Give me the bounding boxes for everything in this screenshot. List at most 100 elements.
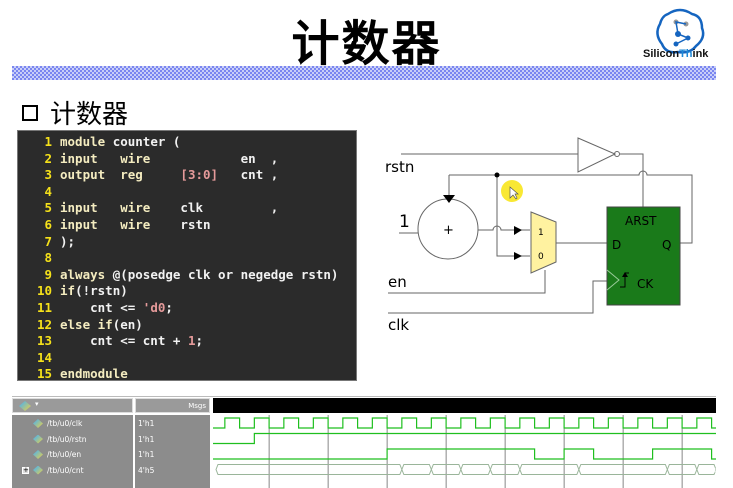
- code-token: cnt ,: [218, 167, 279, 183]
- code-line: 10 if(!rstn): [36, 283, 356, 300]
- code-line: 14: [36, 350, 356, 367]
- waveform-canvas[interactable]: 4'h0 4'h1 4'h2 4'h3 4'h4 4'h5 4'h6 4'h7 4'h8: [213, 415, 716, 488]
- signal-icon: [33, 434, 43, 444]
- code-line: 13 cnt <= cnt + 1;: [36, 333, 356, 350]
- code-token: if: [60, 283, 76, 299]
- line-number: 14: [36, 349, 52, 365]
- expand-icon[interactable]: +: [22, 466, 29, 474]
- bus-segment: [215, 464, 403, 475]
- arst-wire: [620, 153, 644, 207]
- signal-icon: [33, 465, 43, 475]
- line-number: 9: [44, 266, 52, 282]
- signal-row[interactable]: /tb/u0/clk: [22, 416, 82, 431]
- code-line: 11 cnt <= 'd0;: [36, 300, 356, 317]
- code-line: 15 endmodule: [36, 366, 356, 383]
- code-token: clk ,: [180, 200, 279, 216]
- code-line: 9 always @(posedge clk or negedge rstn): [36, 267, 356, 284]
- code-token: input wire: [60, 216, 181, 232]
- signal-name: /tb/u0/en: [47, 450, 82, 459]
- code-token: else if: [60, 316, 113, 332]
- signal-name: /tb/u0/cnt: [47, 465, 84, 475]
- inverter: [577, 137, 617, 173]
- page-title: 计数器: [291, 16, 442, 72]
- ff-d-label: D: [612, 238, 621, 252]
- adder-plus: +: [443, 223, 454, 238]
- line-number: 4: [44, 183, 52, 199]
- signal-names: /tb/u0/clk/tb/u0/rstn/tb/u0/en + /tb/u0/cn…: [12, 415, 133, 488]
- ff-arst-label: ARST: [625, 214, 657, 228]
- bus-value: 4'h6: [583, 467, 599, 475]
- code-line: 5 input wire clk ,: [36, 200, 356, 217]
- line-number: 10: [36, 283, 52, 299]
- mux-in1-label: 1: [538, 228, 544, 238]
- code-token: cnt <=: [60, 299, 143, 315]
- code-line: 7);: [36, 234, 356, 251]
- wave-toolbar: ▾: [12, 398, 133, 413]
- code-token: output reg: [60, 167, 181, 183]
- clk-wire: [388, 280, 607, 314]
- line-number: 3: [44, 167, 52, 183]
- code-token: (en): [112, 316, 143, 332]
- bus-value: 4'h3: [465, 467, 480, 475]
- code-token: @(posedge clk or negedge rstn): [112, 266, 339, 282]
- code-token: );: [60, 233, 76, 249]
- one-label: 1: [399, 212, 410, 232]
- en-wire: [388, 270, 546, 294]
- code-line: 2 input wire en ,: [36, 151, 356, 168]
- code-token: ;: [195, 333, 203, 349]
- code-listing: 1 module counter (2 input wire en , 3 output…: [17, 130, 357, 381]
- ff-ck-label: CK: [637, 277, 654, 291]
- arrow-icon: [514, 252, 522, 260]
- dropdown-arrow-icon[interactable]: ▾: [35, 400, 39, 408]
- signal-row[interactable]: /tb/u0/en: [22, 447, 81, 462]
- en-label: en: [388, 273, 407, 291]
- code-token: module: [60, 134, 113, 149]
- adder-output-wire: [478, 225, 530, 231]
- ff-q-label: Q: [662, 238, 671, 252]
- code-token: input wire: [60, 200, 181, 216]
- code-token: rstn: [180, 216, 211, 232]
- bus-value: 4'h4: [494, 467, 510, 475]
- bus-value: 4'h5: [524, 467, 539, 475]
- wave-add-icon[interactable]: [19, 401, 31, 411]
- code-token: [3:0]: [180, 167, 219, 183]
- code-line: 1 module counter (: [36, 134, 356, 151]
- line-number: 12: [36, 316, 52, 332]
- signal-name: /tb/u0/rstn: [47, 434, 87, 444]
- signal-values: 1'h1 1'h1 1'h1 4'h5: [135, 415, 210, 488]
- signal-icon: [33, 419, 43, 428]
- section-heading: 计数器: [22, 94, 128, 131]
- bit-wave: [213, 432, 716, 445]
- bus-value: 4'h0: [220, 467, 235, 475]
- code-token: input wire: [60, 150, 241, 166]
- signal-value: 1'h1: [138, 419, 155, 428]
- code-token: 'd0: [142, 299, 166, 315]
- arrow-icon: [514, 226, 522, 235]
- code-token: cnt <= cnt +: [60, 333, 188, 349]
- signal-value: 1'h1: [138, 450, 155, 459]
- bus-value: 4'h7: [671, 467, 686, 475]
- time-ruler[interactable]: [12, 392, 716, 397]
- line-number: 13: [36, 333, 52, 349]
- bit-wave: [213, 448, 716, 460]
- waveform-viewer: ▾ Msgs /tb/u0/clk/tb/u0/rstn/tb/u0/en +/t…: [12, 392, 716, 488]
- signal-icon: [33, 450, 43, 459]
- line-number: 1: [44, 134, 52, 149]
- signal-row[interactable]: /tb/u0/rstn: [22, 432, 87, 447]
- code-token: ;: [165, 299, 173, 315]
- code-line: 6 input wire rstn: [36, 217, 356, 234]
- mux-in0-label: 0: [538, 252, 544, 262]
- clk-label: clk: [388, 316, 409, 334]
- code-line: 3 output reg [3:0] cnt ,: [36, 167, 356, 184]
- line-number: 11: [36, 299, 52, 315]
- bus-value: 4'h1: [406, 467, 421, 475]
- checkbox-bullet-icon: [22, 104, 38, 121]
- signal-row[interactable]: + /tb/u0/cnt: [22, 463, 84, 478]
- rstn-label: rstn: [385, 158, 414, 176]
- logo-text: SiliconThink: [643, 48, 709, 60]
- clk-wave: [213, 417, 716, 429]
- code-line: 12 else if(en): [36, 317, 356, 334]
- line-number: 5: [44, 200, 52, 216]
- mux: [530, 211, 557, 274]
- line-number: 2: [44, 150, 52, 166]
